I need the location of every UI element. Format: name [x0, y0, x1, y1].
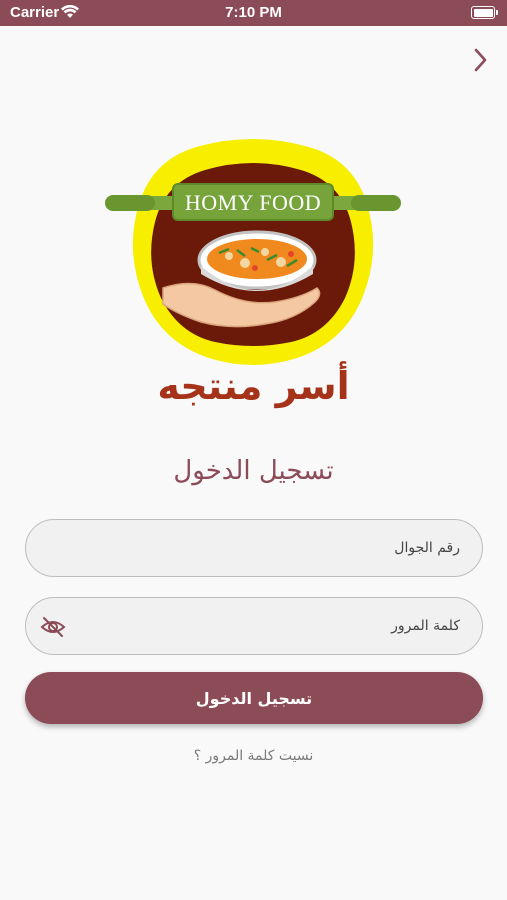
phone-input[interactable]	[26, 520, 482, 576]
phone-field-container	[25, 519, 483, 577]
status-bar: Carrier 7:10 PM	[0, 0, 507, 26]
logo-banner-text: HOMY FOOD	[184, 190, 322, 215]
forgot-password-link[interactable]: نسيت كلمة المرور ؟	[0, 748, 507, 764]
eye-off-icon[interactable]	[40, 615, 66, 639]
brand-name: أسر منتجه	[157, 364, 350, 408]
password-field-container	[25, 597, 483, 655]
login-button[interactable]: تسجيل الدخول	[25, 672, 483, 724]
chevron-right-icon[interactable]	[468, 44, 492, 76]
status-time: 7:10 PM	[225, 4, 282, 21]
homy-food-logo	[105, 139, 401, 365]
battery-icon	[471, 6, 498, 19]
page-title: تسجيل الدخول	[173, 456, 334, 486]
password-input[interactable]	[26, 598, 482, 654]
